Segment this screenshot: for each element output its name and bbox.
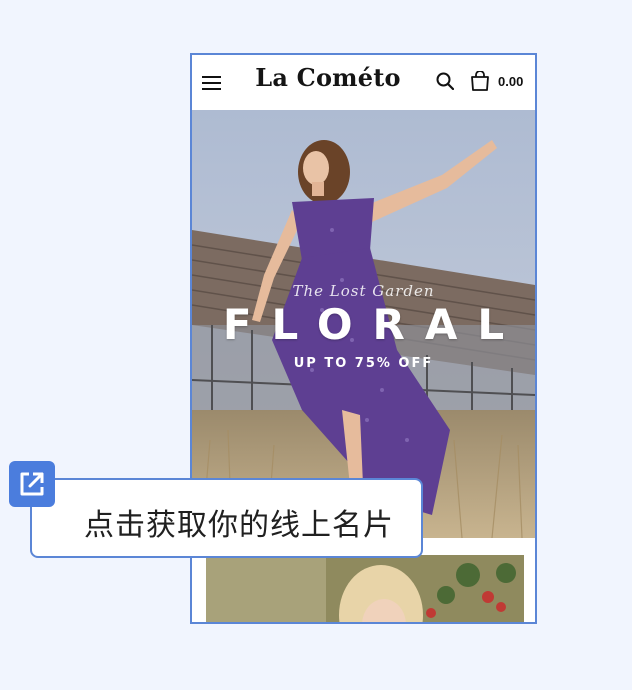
business-card-prompt[interactable]: 点击获取你的线上名片: [30, 478, 423, 558]
hero-offer-text: UP TO 75% OFF: [293, 356, 434, 371]
hero-banner[interactable]: The Lost Garden FLORAL UP TO 75% OFF: [192, 110, 535, 538]
hero-headline: FLORAL: [222, 300, 525, 349]
hero-script-text: The Lost Garden: [292, 282, 435, 300]
brand-logo[interactable]: La Cométo: [248, 63, 408, 92]
cart-total[interactable]: 0.00: [498, 74, 523, 89]
card-prompt-text: 点击获取你的线上名片: [84, 508, 394, 543]
second-banner-photo[interactable]: [206, 555, 524, 622]
external-link-icon[interactable]: [9, 461, 55, 507]
shopping-bag-icon[interactable]: [470, 70, 490, 91]
search-icon[interactable]: [436, 72, 455, 91]
store-header: La Cométo 0.00: [192, 55, 535, 110]
hamburger-menu-icon[interactable]: [202, 75, 221, 91]
